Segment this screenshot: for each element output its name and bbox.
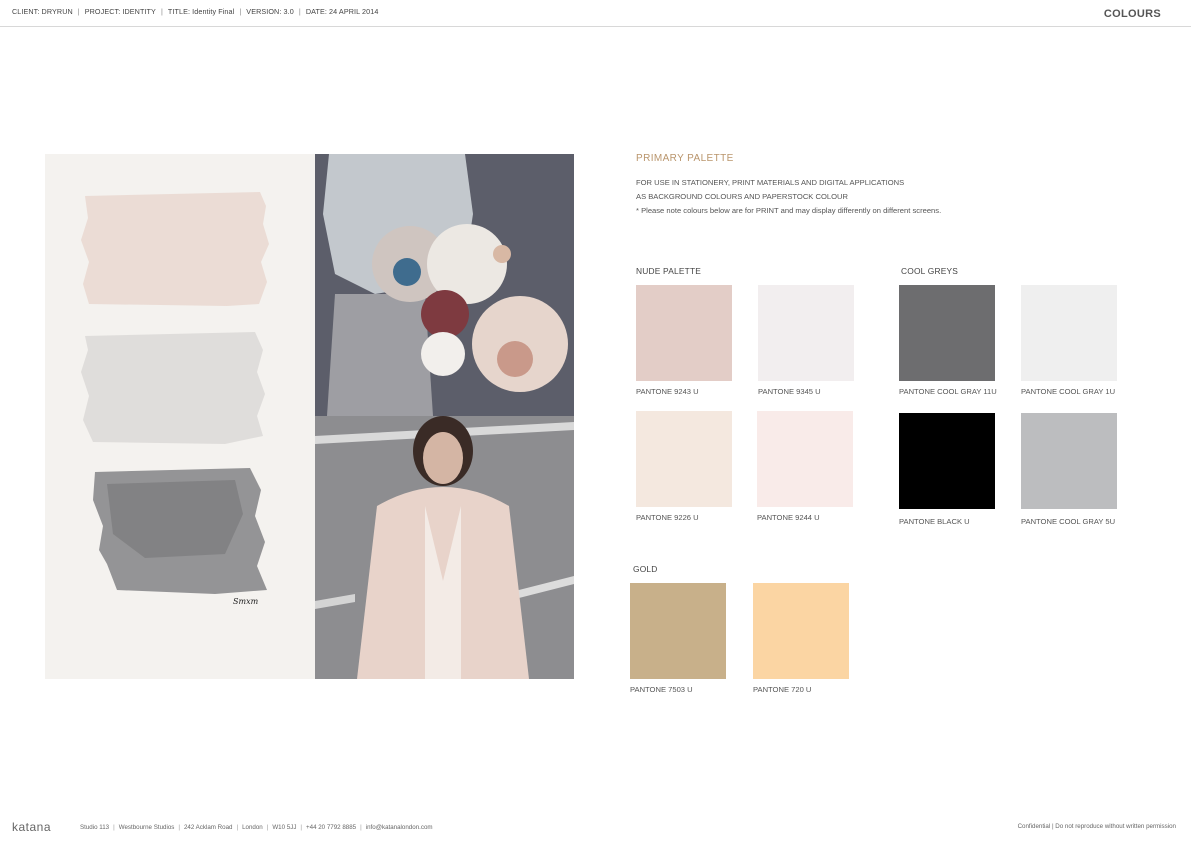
color-swatch: [636, 411, 732, 507]
color-swatch: [899, 413, 995, 509]
address-part: Westbourne Studios: [118, 824, 175, 831]
color-swatch: [757, 411, 853, 507]
color-swatch: [636, 285, 732, 381]
meta-client: CLIENT: DRYRUN: [12, 7, 73, 16]
studio-address: Studio 113 | Westbourne Studios | 242 Acklam…: [80, 824, 433, 831]
swatch-label: PANTONE 7503 U: [630, 685, 693, 694]
phone-number: +44 20 7792 8885: [306, 824, 357, 831]
primary-palette-title: PRIMARY PALETTE: [636, 153, 734, 164]
paper-flowers-photo: [315, 154, 574, 416]
swatch-label: PANTONE BLACK U: [899, 517, 970, 526]
confidential-note: Confidential | Do not reproduce without …: [1017, 823, 1176, 830]
swatch-label: PANTONE COOL GRAY 1U: [1021, 387, 1116, 396]
swatch-label: PANTONE 9345 U: [758, 387, 821, 396]
cool-greys-label: COOL GREYS: [901, 266, 959, 276]
swatch-label: PANTONE 9226 U: [636, 513, 699, 522]
primary-palette-description: FOR USE IN STATIONERY, PRINT MATERIALS A…: [636, 176, 941, 218]
artist-signature: Smxm: [233, 597, 259, 606]
swatch-label: PANTONE COOL GRAY 11U: [899, 387, 997, 396]
model-coat-photo: [315, 416, 574, 679]
katana-logo: katana: [12, 820, 52, 834]
address-part: 242 Acklam Road: [183, 824, 233, 831]
meta-version: VERSION: 3.0: [246, 7, 294, 16]
paint-swatches-image: Smxm: [45, 154, 315, 679]
description-line: FOR USE IN STATIONERY, PRINT MATERIALS A…: [636, 178, 905, 187]
color-swatch: [630, 583, 726, 679]
description-line: AS BACKGROUND COLOURS AND PAPERSTOCK COL…: [636, 192, 848, 201]
meta-date: DATE: 24 APRIL 2014: [305, 7, 379, 16]
gold-label: GOLD: [633, 564, 658, 574]
moodboard-collage: Smxm: [45, 154, 574, 679]
meta-title: TITLE: Identity Final: [167, 7, 235, 16]
address-part: Studio 113: [80, 824, 110, 831]
email-link[interactable]: info@katanalondon.com: [366, 824, 433, 831]
address-part: W10 5JJ: [272, 824, 297, 831]
color-swatch: [1021, 413, 1117, 509]
color-swatch: [1021, 285, 1117, 381]
color-swatch: [899, 285, 995, 381]
section-title: COLOURS: [1103, 8, 1161, 20]
page-header: CLIENT: DRYRUN | PROJECT: IDENTITY | TITLE: …: [0, 0, 1191, 27]
swatch-label: PANTONE COOL GRAY 5U: [1021, 517, 1116, 526]
description-line: * Please note colours below are for PRIN…: [636, 206, 942, 215]
nude-palette-label: NUDE PALETTE: [636, 266, 702, 276]
swatch-label: PANTONE 9243 U: [636, 387, 699, 396]
swatch-label: PANTONE 9244 U: [757, 513, 820, 522]
address-part: London: [242, 824, 263, 831]
document-meta: CLIENT: DRYRUN | PROJECT: IDENTITY | TITLE: …: [12, 7, 379, 16]
color-swatch: [758, 285, 854, 381]
meta-project: PROJECT: IDENTITY: [84, 7, 156, 16]
swatch-label: PANTONE 720 U: [753, 685, 812, 694]
color-swatch: [753, 583, 849, 679]
